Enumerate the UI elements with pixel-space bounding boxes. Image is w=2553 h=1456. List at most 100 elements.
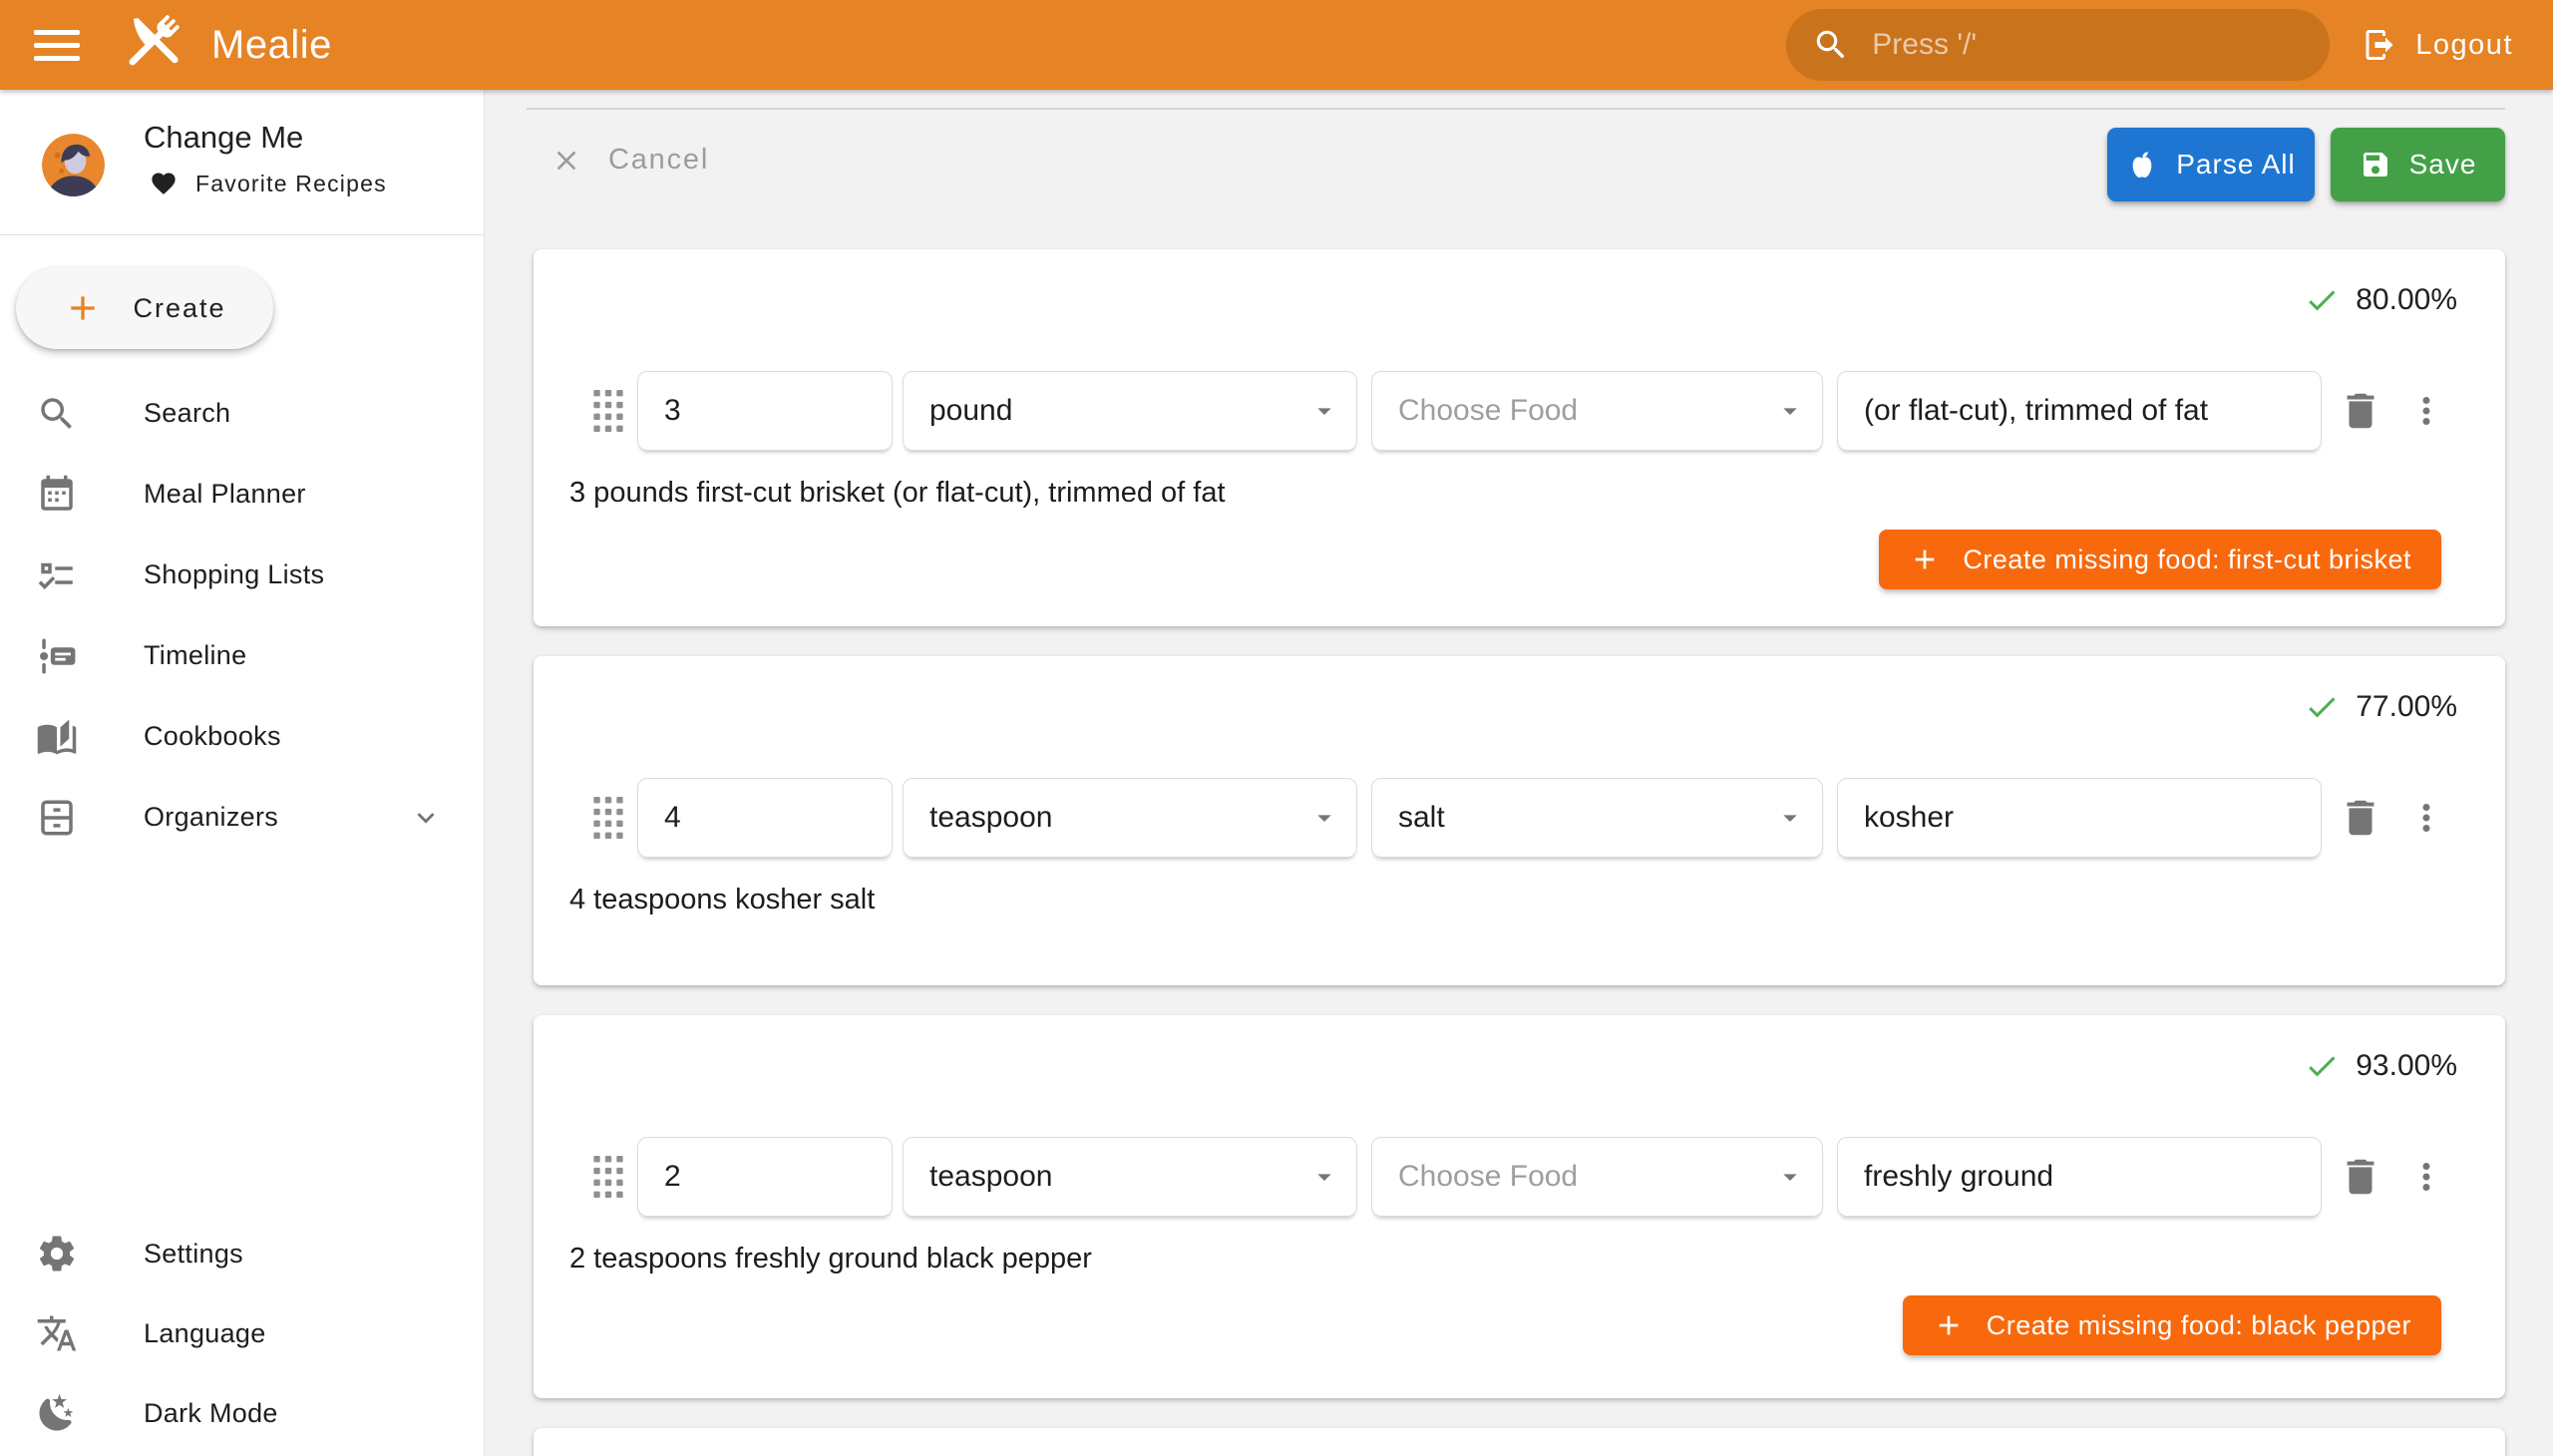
ingredient-card-partial bbox=[534, 1428, 2505, 1456]
sidebar-item-organizers[interactable]: Organizers bbox=[0, 777, 484, 858]
card-actions: Create missing food: black pepper bbox=[569, 1295, 2457, 1355]
more-options-button[interactable] bbox=[2405, 797, 2447, 839]
profile-name: Change Me bbox=[144, 120, 303, 156]
food-select[interactable]: Choose Food bbox=[1371, 1137, 1823, 1217]
save-label: Save bbox=[2409, 149, 2477, 181]
sidebar-item-label: Settings bbox=[144, 1239, 243, 1270]
fields-row: 2 teaspoon Choose Food freshly ground bbox=[593, 1137, 2457, 1217]
sidebar-item-cookbooks[interactable]: Cookbooks bbox=[0, 696, 484, 777]
note-value: freshly ground bbox=[1864, 1160, 2053, 1194]
favorite-recipes-link[interactable]: Favorite Recipes bbox=[150, 170, 387, 197]
trash-icon bbox=[2338, 388, 2383, 434]
sidebar-item-shopping-lists[interactable]: Shopping Lists bbox=[0, 535, 484, 615]
logout-label: Logout bbox=[2415, 29, 2513, 62]
mealie-logo-icon[interactable] bbox=[118, 10, 187, 80]
sidebar-item-settings[interactable]: Settings bbox=[0, 1214, 484, 1293]
chevron-down-icon[interactable] bbox=[409, 801, 443, 835]
book-icon bbox=[36, 716, 78, 758]
confidence-value: 77.00% bbox=[2356, 690, 2457, 724]
gear-icon bbox=[36, 1233, 78, 1274]
unit-value: teaspoon bbox=[929, 801, 1052, 835]
food-select[interactable]: Choose Food bbox=[1371, 371, 1823, 451]
sidebar-nav: Search Meal Planner Shopping Lists Timel… bbox=[0, 373, 484, 858]
checklist-icon bbox=[36, 554, 78, 596]
kebab-icon bbox=[2405, 1156, 2447, 1198]
unit-value: teaspoon bbox=[929, 1160, 1052, 1194]
dropdown-arrow-icon bbox=[1308, 395, 1340, 427]
trash-icon bbox=[2338, 795, 2383, 841]
kebab-icon bbox=[2405, 797, 2447, 839]
moon-stars-icon bbox=[36, 1392, 78, 1434]
delete-button[interactable] bbox=[2338, 1154, 2383, 1200]
unit-select[interactable]: pound bbox=[903, 371, 1357, 451]
note-input[interactable]: (or flat-cut), trimmed of fat bbox=[1837, 371, 2322, 451]
drag-handle-icon[interactable] bbox=[593, 390, 623, 432]
more-options-button[interactable] bbox=[2405, 1156, 2447, 1198]
confidence-value: 93.00% bbox=[2356, 1049, 2457, 1083]
plus-icon bbox=[1909, 544, 1941, 575]
cancel-button[interactable]: Cancel bbox=[550, 144, 709, 177]
more-options-button[interactable] bbox=[2405, 390, 2447, 432]
confidence-row: 77.00% bbox=[569, 688, 2457, 726]
sidebar-divider bbox=[0, 234, 484, 235]
sidebar: Change Me Favorite Recipes Create Search… bbox=[0, 90, 485, 1456]
check-icon bbox=[2304, 1048, 2340, 1084]
logout-button[interactable]: Logout bbox=[2362, 27, 2513, 63]
note-input[interactable]: kosher bbox=[1837, 778, 2322, 858]
drag-handle-icon[interactable] bbox=[593, 797, 623, 839]
quantity-value: 4 bbox=[664, 801, 681, 835]
create-missing-food-button[interactable]: Create missing food: black pepper bbox=[1903, 1295, 2441, 1355]
original-text: 3 pounds first-cut brisket (or flat-cut)… bbox=[569, 477, 2457, 510]
top-app-bar: Mealie Press '/' Logout bbox=[0, 0, 2553, 90]
drag-handle-icon[interactable] bbox=[593, 1156, 623, 1198]
food-value: salt bbox=[1398, 801, 1445, 835]
unit-select[interactable]: teaspoon bbox=[903, 778, 1357, 858]
sidebar-item-language[interactable]: Language bbox=[0, 1293, 484, 1373]
dropdown-arrow-icon bbox=[1308, 802, 1340, 834]
delete-button[interactable] bbox=[2338, 388, 2383, 434]
parse-all-button[interactable]: Parse All bbox=[2107, 128, 2315, 201]
sidebar-item-dark-mode[interactable]: Dark Mode bbox=[0, 1373, 484, 1453]
search-icon bbox=[36, 393, 78, 435]
create-missing-food-button[interactable]: Create missing food: first-cut brisket bbox=[1879, 530, 2441, 589]
search-input[interactable]: Press '/' bbox=[1786, 9, 2330, 81]
close-icon bbox=[550, 145, 582, 177]
mealie-app: Mealie Press '/' Logout Change Me Favor bbox=[0, 0, 2553, 1456]
dropdown-arrow-icon bbox=[1774, 802, 1806, 834]
sidebar-item-search[interactable]: Search bbox=[0, 373, 484, 454]
note-input[interactable]: freshly ground bbox=[1837, 1137, 2322, 1217]
logout-icon bbox=[2362, 27, 2397, 63]
confidence-value: 80.00% bbox=[2356, 283, 2457, 317]
favorite-recipes-label: Favorite Recipes bbox=[195, 171, 387, 197]
sidebar-bottom-nav: Settings Language Dark Mode bbox=[0, 1214, 484, 1453]
delete-button[interactable] bbox=[2338, 795, 2383, 841]
plus-icon bbox=[63, 288, 103, 328]
quantity-input[interactable]: 2 bbox=[637, 1137, 893, 1217]
food-value: Choose Food bbox=[1398, 1160, 1578, 1194]
sidebar-item-label: Search bbox=[144, 398, 230, 429]
create-missing-food-label: Create missing food: first-cut brisket bbox=[1963, 545, 2411, 575]
note-value: kosher bbox=[1864, 801, 1954, 835]
food-select[interactable]: salt bbox=[1371, 778, 1823, 858]
avatar[interactable] bbox=[42, 134, 105, 196]
food-value: Choose Food bbox=[1398, 394, 1578, 428]
fields-row: 3 pound Choose Food (or flat-cut), trimm… bbox=[593, 371, 2457, 451]
calendar-icon bbox=[36, 474, 78, 516]
sidebar-item-label: Cookbooks bbox=[144, 721, 281, 752]
menu-icon[interactable] bbox=[34, 22, 80, 68]
cancel-label: Cancel bbox=[608, 144, 709, 177]
original-text: 4 teaspoons kosher salt bbox=[569, 884, 2457, 916]
ingredient-list: 80.00% 3 pound Choose Food (or flat-cut)… bbox=[534, 249, 2505, 1456]
quantity-input[interactable]: 3 bbox=[637, 371, 893, 451]
sidebar-item-meal-planner[interactable]: Meal Planner bbox=[0, 454, 484, 535]
sidebar-item-label: Shopping Lists bbox=[144, 559, 324, 590]
save-button[interactable]: Save bbox=[2331, 128, 2505, 201]
create-button[interactable]: Create bbox=[16, 267, 273, 349]
kebab-icon bbox=[2405, 390, 2447, 432]
quantity-input[interactable]: 4 bbox=[637, 778, 893, 858]
translate-icon bbox=[36, 1312, 78, 1354]
parse-all-label: Parse All bbox=[2176, 149, 2296, 181]
sidebar-item-timeline[interactable]: Timeline bbox=[0, 615, 484, 696]
confidence-row: 80.00% bbox=[569, 281, 2457, 319]
unit-select[interactable]: teaspoon bbox=[903, 1137, 1357, 1217]
